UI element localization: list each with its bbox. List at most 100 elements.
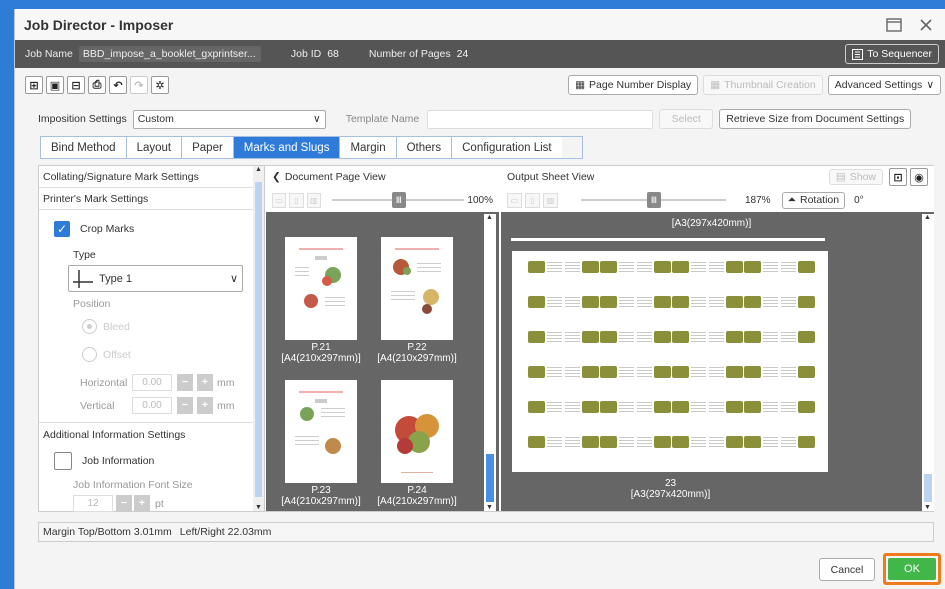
page-text-lines xyxy=(565,297,580,298)
single-page-icon[interactable]: ▭ xyxy=(272,192,287,208)
page-thumbnail-p21[interactable] xyxy=(285,237,357,340)
doc-zoom-value: 100% xyxy=(467,194,493,206)
left-panel-scrollbar[interactable]: ▲ ▼ xyxy=(253,166,264,511)
page-thumbnail-p22[interactable] xyxy=(381,237,453,340)
output-scroll-thumb[interactable] xyxy=(924,474,932,502)
page-image xyxy=(654,261,671,273)
font-size-input[interactable]: 12 xyxy=(73,495,113,512)
sheet-spread-icon[interactable]: ▯ xyxy=(525,192,540,208)
crop-mark-type-select[interactable]: Type 1 ∨ xyxy=(68,265,243,292)
vertical-plus-button[interactable]: + xyxy=(197,397,213,414)
retrieve-size-button[interactable]: Retrieve Size from Document Settings xyxy=(719,109,912,129)
thumbnail-creation-button[interactable]: ▦ Thumbnail Creation xyxy=(703,75,823,95)
page-text-lines xyxy=(565,332,580,333)
page-text-lines xyxy=(619,332,634,333)
output-zoom-slider[interactable]: Ⅲ xyxy=(581,192,726,208)
output-view-scrollbar[interactable]: ▲ ▼ xyxy=(922,214,934,511)
offset-radio[interactable] xyxy=(82,347,97,362)
horizontal-minus-button[interactable]: − xyxy=(177,374,193,391)
undo-icon[interactable]: ↶ xyxy=(109,76,127,94)
page-text-lines xyxy=(763,332,778,333)
eye-icon[interactable]: ◉ xyxy=(910,168,928,186)
advanced-settings-button[interactable]: Advanced Settings ∨ xyxy=(827,75,941,95)
chevron-left-icon[interactable]: ❮ xyxy=(272,171,281,183)
scroll-down-icon[interactable]: ▼ xyxy=(486,504,493,511)
page-text-lines xyxy=(709,332,724,333)
doc-zoom-slider[interactable]: Ⅲ xyxy=(331,192,465,208)
scroll-down-icon[interactable]: ▼ xyxy=(924,504,931,511)
tab-paper[interactable]: Paper xyxy=(182,137,234,158)
page-thumbnail-p24[interactable] xyxy=(381,380,453,483)
sheet-delete-icon[interactable]: ▥ xyxy=(543,192,558,208)
page-text-lines xyxy=(709,402,724,403)
output-sheet-view: Output Sheet View ▤ Show ⊡ ◉ ▭ ▯ ▥ Ⅲ 187… xyxy=(501,166,934,511)
imposition-settings-select[interactable]: Custom ∨ xyxy=(132,109,326,129)
delete-icon[interactable]: ▥ xyxy=(306,192,321,208)
crop-marks-checkbox[interactable]: ✓ xyxy=(54,221,70,237)
tab-margin[interactable]: Margin xyxy=(340,137,397,158)
imposed-page-cell xyxy=(528,327,563,351)
imposed-page-cell xyxy=(708,397,743,421)
printers-mark-section-header[interactable]: Printer's Mark Settings xyxy=(39,188,264,210)
bleed-radio[interactable] xyxy=(82,319,97,334)
tab-others[interactable]: Others xyxy=(396,137,453,158)
doc-zoom-knob[interactable]: Ⅲ xyxy=(391,192,406,208)
select-button[interactable]: Select xyxy=(659,109,714,129)
vertical-minus-button[interactable]: − xyxy=(177,397,193,414)
rotation-button[interactable]: ⏶ Rotation xyxy=(781,191,846,209)
output-zoom-knob[interactable]: Ⅲ xyxy=(647,192,661,208)
export-icon[interactable]: ⊟ xyxy=(67,76,85,94)
job-information-checkbox[interactable] xyxy=(54,452,72,470)
maximize-icon[interactable] xyxy=(883,14,905,36)
doc-scroll-thumb[interactable] xyxy=(486,454,494,502)
page-thumbnail-p23[interactable] xyxy=(285,380,357,483)
sheet-icon[interactable]: ▭ xyxy=(507,192,522,208)
tab-bind-method[interactable]: Bind Method xyxy=(41,137,127,158)
page-text-lines xyxy=(637,402,652,403)
show-button[interactable]: ▤ Show xyxy=(828,169,883,185)
offset-label: Offset xyxy=(103,348,131,361)
to-sequencer-button[interactable]: To Sequencer xyxy=(845,44,939,64)
font-size-plus-button[interactable]: + xyxy=(134,495,150,512)
redo-icon[interactable]: ↷ xyxy=(130,76,148,94)
close-icon[interactable] xyxy=(915,14,937,36)
horizontal-plus-button[interactable]: + xyxy=(197,374,213,391)
scroll-up-icon[interactable]: ▲ xyxy=(255,166,262,173)
scroll-down-icon[interactable]: ▼ xyxy=(255,504,262,511)
scroll-up-icon[interactable]: ▲ xyxy=(924,214,931,221)
spread-icon[interactable]: ▯ xyxy=(289,192,304,208)
gear-icon[interactable]: ✲ xyxy=(151,76,169,94)
page-image xyxy=(672,366,689,378)
additional-info-header[interactable]: Additional Information Settings xyxy=(43,429,185,441)
document-view-scrollbar[interactable]: ▲ ▼ xyxy=(484,214,496,511)
tab-marks-and-slugs[interactable]: Marks and Slugs xyxy=(233,137,341,158)
scroll-up-icon[interactable]: ▲ xyxy=(486,214,493,221)
collating-section-header[interactable]: Collating/Signature Mark Settings xyxy=(39,166,264,188)
page-text-lines xyxy=(691,402,706,403)
page-image xyxy=(744,401,761,413)
font-size-minus-button[interactable]: − xyxy=(116,495,132,512)
view-settings-icon[interactable]: ⊡ xyxy=(889,168,907,186)
page-label-p24: P.24 [A4(210x297mm)] xyxy=(369,485,465,507)
show-icon: ▤ xyxy=(835,171,846,183)
page-text-lines xyxy=(781,437,796,438)
output-sheet[interactable] xyxy=(512,251,828,472)
template-name-label: Template Name xyxy=(345,113,420,125)
left-scroll-thumb[interactable] xyxy=(255,182,262,497)
cancel-button[interactable]: Cancel xyxy=(819,558,875,581)
page-text-lines xyxy=(709,367,724,368)
fit-icon[interactable]: ⊞ xyxy=(25,76,43,94)
page-number-display-button[interactable]: ▦ Page Number Display xyxy=(568,75,699,95)
print-icon[interactable]: ⎙ xyxy=(88,76,106,94)
ok-button[interactable]: OK xyxy=(888,558,936,580)
tab-layout[interactable]: Layout xyxy=(126,137,183,158)
template-name-input[interactable] xyxy=(427,109,654,129)
vertical-input[interactable]: 0.00 xyxy=(132,397,172,414)
page-image xyxy=(744,261,761,273)
save-icon[interactable]: ▣ xyxy=(46,76,64,94)
page-image xyxy=(528,436,545,448)
horizontal-unit: mm xyxy=(217,376,235,389)
horizontal-input[interactable]: 0.00 xyxy=(132,374,172,391)
tab-configuration-list[interactable]: Configuration List xyxy=(452,137,562,158)
imposed-page-cell xyxy=(528,362,563,386)
